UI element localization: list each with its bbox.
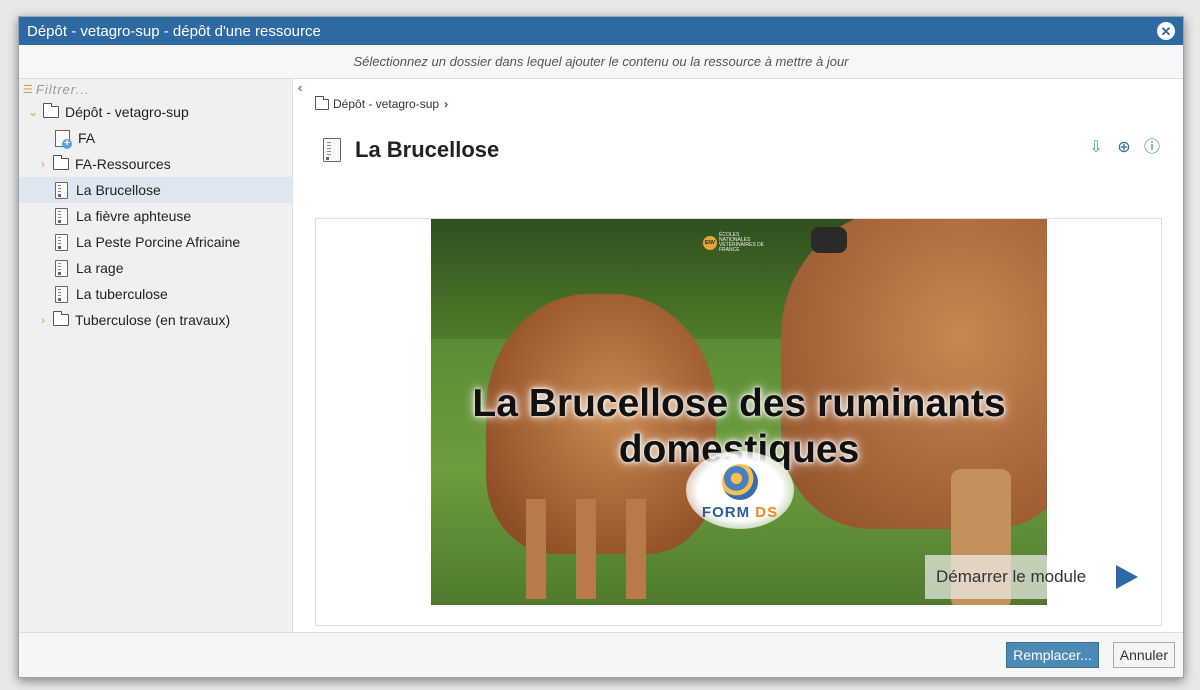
document-icon xyxy=(55,233,68,251)
calf-legs xyxy=(526,499,676,599)
document-icon xyxy=(55,285,68,303)
document-icon xyxy=(323,138,341,162)
formds-brand-prefix: FORM xyxy=(701,504,751,521)
breadcrumb-item-depot[interactable]: Dépôt - vetagro-sup xyxy=(333,97,439,111)
resource-actions: ⇩ ⊕ ⓘ xyxy=(1087,139,1161,157)
tree-node-label: FA-Ressources xyxy=(75,156,171,172)
download-icon[interactable]: ⇩ xyxy=(1087,139,1105,157)
document-icon xyxy=(55,181,68,199)
folder-tree: ⌄ Dépôt - vetagro-sup FA › FA-Ressources… xyxy=(19,99,292,333)
resource-panel: Dépôt - vetagro-sup › La Brucellose ⇩ ⊕ … xyxy=(293,79,1183,632)
cancel-button[interactable]: Annuler xyxy=(1112,642,1175,668)
preview-image[interactable]: ENV ÉCOLES NATIONALES VÉTÉRINAIRES DE FR… xyxy=(431,219,1047,605)
breadcrumb: Dépôt - vetagro-sup › xyxy=(315,95,449,111)
info-icon[interactable]: ⓘ xyxy=(1143,139,1161,157)
tree-node-la-rage[interactable]: La rage xyxy=(19,255,292,281)
tree-node-la-fievre-aphteuse[interactable]: La fièvre aphteuse xyxy=(19,203,292,229)
tree-node-fa[interactable]: FA xyxy=(19,125,292,151)
deposit-dialog: Dépôt - vetagro-sup - dépôt d'une ressou… xyxy=(18,16,1184,678)
dialog-body: ☰ Filtrer... ‹‹ ⌄ Dépôt - vetagro-sup FA… xyxy=(19,79,1183,632)
package-icon xyxy=(55,129,72,149)
ens-logo-text: ÉCOLES NATIONALES VÉTÉRINAIRES DE FRANCE xyxy=(719,232,765,253)
tree-node-la-brucellose[interactable]: La Brucellose xyxy=(19,177,292,203)
replace-button[interactable]: Remplacer... xyxy=(1006,642,1099,668)
chevron-down-icon[interactable]: ⌄ xyxy=(27,105,39,119)
document-icon xyxy=(55,207,68,225)
tree-node-label: FA xyxy=(78,130,96,146)
formds-logo: FORM DS xyxy=(686,451,794,529)
folder-icon xyxy=(53,155,69,170)
chevron-right-icon[interactable]: › xyxy=(37,313,49,327)
tree-node-la-peste-porcine-africaine[interactable]: La Peste Porcine Africaine xyxy=(19,229,292,255)
tree-node-tuberculose-en-travaux[interactable]: › Tuberculose (en travaux) xyxy=(19,307,292,333)
folder-sidebar: ☰ Filtrer... ‹‹ ⌄ Dépôt - vetagro-sup FA… xyxy=(19,79,303,632)
chevron-right-icon[interactable]: › xyxy=(37,157,49,171)
tree-node-label: La fièvre aphteuse xyxy=(76,208,192,224)
instruction-text: Sélectionnez un dossier dans lequel ajou… xyxy=(19,45,1183,79)
resource-title: La Brucellose xyxy=(355,137,500,162)
folder-icon xyxy=(315,95,329,110)
start-module-label[interactable]: Démarrer le module xyxy=(936,567,1086,587)
tree-node-label: La Brucellose xyxy=(76,182,161,198)
dialog-titlebar: Dépôt - vetagro-sup - dépôt d'une ressou… xyxy=(19,17,1183,45)
ens-badge: ENV xyxy=(703,236,717,250)
tree-node-label: La Peste Porcine Africaine xyxy=(76,234,241,250)
chevron-right-icon: › xyxy=(444,97,449,111)
dialog-footer: Remplacer... Annuler xyxy=(19,632,1183,677)
folder-icon xyxy=(43,103,59,118)
tree-node-la-tuberculose[interactable]: La tuberculose xyxy=(19,281,292,307)
tree-node-fa-ressources[interactable]: › FA-Ressources xyxy=(19,151,292,177)
filter-icon: ☰ xyxy=(23,83,33,96)
tree-node-label: La tuberculose xyxy=(76,286,168,302)
tree-node-label: Dépôt - vetagro-sup xyxy=(65,104,189,120)
ens-logo: ENV ÉCOLES NATIONALES VÉTÉRINAIRES DE FR… xyxy=(703,233,767,253)
slide-title-line1: La Brucellose des ruminants xyxy=(472,382,1006,425)
formds-brand: FORM DS xyxy=(702,504,778,521)
tree-node-label: La rage xyxy=(76,260,124,276)
resource-preview: ENV ÉCOLES NATIONALES VÉTÉRINAIRES DE FR… xyxy=(315,218,1162,626)
folder-icon xyxy=(53,311,69,326)
dialog-title: Dépôt - vetagro-sup - dépôt d'une ressou… xyxy=(27,22,321,40)
formds-globe-icon xyxy=(722,464,758,500)
tree-node-label: Tuberculose (en travaux) xyxy=(75,312,231,328)
close-icon[interactable]: ✕ xyxy=(1157,22,1175,40)
cow-bell xyxy=(811,227,847,253)
tree-node-depot-vetagro-sup[interactable]: ⌄ Dépôt - vetagro-sup xyxy=(19,99,292,125)
play-icon[interactable] xyxy=(1116,565,1138,589)
formds-brand-suffix: DS xyxy=(755,504,779,521)
resource-header: La Brucellose xyxy=(323,137,499,163)
globe-icon[interactable]: ⊕ xyxy=(1115,139,1133,157)
filter-input[interactable]: ☰ Filtrer... xyxy=(19,79,292,99)
filter-placeholder: Filtrer... xyxy=(35,81,90,97)
document-icon xyxy=(55,259,68,277)
